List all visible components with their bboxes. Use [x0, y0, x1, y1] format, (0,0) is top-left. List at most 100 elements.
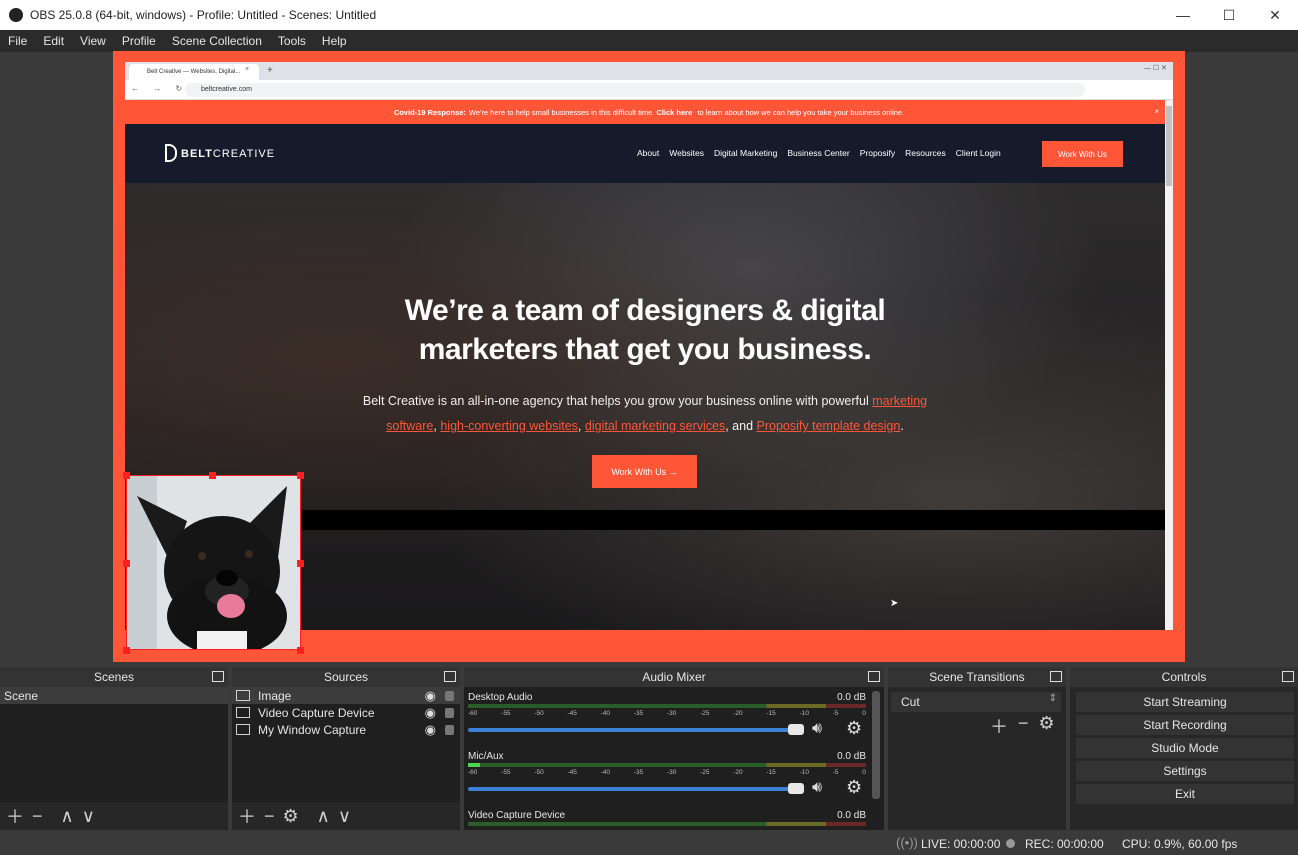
lock-icon[interactable]	[445, 707, 454, 718]
source-item-video-capture[interactable]: Video Capture Device ◉	[232, 704, 460, 721]
controls-dock: Controls Start Streaming Start Recording…	[1070, 667, 1298, 830]
site-nav-cta: Work With Us	[1042, 141, 1123, 167]
scenes-float-icon[interactable]	[212, 671, 224, 682]
volume-slider-knob[interactable]	[788, 783, 804, 794]
close-button[interactable]: ✕	[1252, 0, 1298, 30]
gear-icon[interactable]: ⚙	[846, 777, 862, 798]
hero-link-proposify: Proposify template design	[756, 419, 901, 433]
speaker-icon[interactable]: 🔊︎	[812, 720, 822, 738]
level-meter-fill	[468, 763, 480, 767]
source-properties-gear-icon[interactable]: ⚙	[283, 806, 299, 827]
mixer-scrollbar[interactable]	[872, 691, 880, 799]
select-stepper-icon: ⇕	[1048, 693, 1057, 704]
scale-tick: -25	[700, 710, 710, 717]
covid-banner-link: Click here	[656, 107, 693, 117]
transition-gear-icon[interactable]: ⚙	[1039, 713, 1055, 739]
volume-slider[interactable]	[468, 787, 803, 791]
audio-mixer-body: Desktop Audio 0.0 dB -60 -55 -50 -45 -40 -35-…	[464, 687, 884, 830]
move-up-icon[interactable]: ∧	[317, 806, 330, 827]
dog-image	[127, 476, 300, 649]
menu-scene-collection[interactable]: Scene Collection	[164, 34, 270, 48]
add-scene-icon[interactable]: ＋	[6, 803, 24, 829]
speaker-icon[interactable]: 🔊︎	[812, 779, 822, 797]
scale-tick: -40	[600, 769, 611, 776]
belt-logo-icon	[165, 144, 177, 162]
level-meter	[468, 704, 866, 708]
selected-source-dog-image[interactable]	[126, 475, 301, 650]
menu-view[interactable]: View	[72, 34, 114, 48]
transition-select[interactable]: Cut ⇕	[891, 692, 1061, 712]
hero-subtitle: Belt Creative is an all-in-one agency th…	[345, 389, 945, 439]
scale-tick: -55	[501, 710, 511, 717]
studio-mode-button[interactable]: Studio Mode	[1076, 738, 1294, 758]
meter-scale: -60 -55 -50 -45 -40 -35 -30 -25 -20 -15 -10 -5 0	[468, 769, 866, 777]
scale-tick: -60	[468, 769, 478, 776]
audio-mixer-float-icon[interactable]	[868, 671, 880, 682]
site-nav-digital-marketing: Digital Marketing	[714, 148, 778, 158]
hero-comma-2: ,	[577, 419, 582, 433]
minimize-button[interactable]: —	[1160, 0, 1206, 30]
start-recording-button[interactable]: Start Recording	[1076, 715, 1294, 735]
controls-float-icon[interactable]	[1282, 671, 1294, 682]
volume-slider[interactable]	[468, 728, 803, 732]
settings-button[interactable]: Settings	[1076, 761, 1294, 781]
live-status: LIVE: 00:00:00	[921, 837, 1001, 851]
exit-button[interactable]: Exit	[1076, 784, 1294, 804]
menu-file[interactable]: File	[0, 34, 35, 48]
logo-bold: BELT	[181, 148, 213, 160]
sources-float-icon[interactable]	[444, 671, 456, 682]
scale-tick: -20	[733, 710, 743, 717]
meter-scale: -60 -55 -50 -45 -40 -35 -30 -25 -20 -15 -10 -5 0	[468, 710, 866, 718]
lock-icon[interactable]	[445, 724, 454, 735]
visibility-eye-icon[interactable]: ◉	[425, 705, 436, 721]
hero-title-line-1: We’re a team of designers & digital	[404, 294, 886, 327]
scenes-dock: Scenes Scene ＋ − ∧ ∨	[0, 667, 228, 830]
hero-period: .	[900, 419, 904, 433]
remove-scene-icon[interactable]: −	[32, 806, 43, 827]
scale-tick: -35	[633, 769, 644, 776]
resize-handle-l[interactable]	[123, 560, 130, 567]
remove-source-icon[interactable]: −	[264, 806, 275, 827]
source-item-image[interactable]: Image ◉	[232, 687, 460, 704]
move-down-icon[interactable]: ∨	[82, 806, 95, 827]
volume-slider-knob[interactable]	[788, 724, 804, 735]
maximize-button[interactable]: ☐	[1206, 0, 1252, 30]
source-item-window-capture[interactable]: My Window Capture ◉	[232, 721, 460, 738]
resize-handle-bl[interactable]	[123, 647, 130, 654]
scene-transitions-dock: Scene Transitions Cut ⇕ ＋ − ⚙	[888, 667, 1066, 830]
gear-icon[interactable]: ⚙	[846, 718, 862, 739]
resize-handle-tl[interactable]	[123, 472, 130, 479]
hero-comma-1: ,	[433, 419, 437, 433]
menu-profile[interactable]: Profile	[114, 34, 164, 48]
channel-mic-aux: Mic/Aux 0.0 dB -60 -55 -50 -45 -40 -35 -30 -25-…	[468, 751, 866, 809]
tab-close-icon: ×	[245, 66, 250, 73]
audio-mixer-title: Audio Mixer	[464, 667, 884, 687]
resize-handle-t[interactable]	[209, 472, 216, 479]
browser-tab: Belt Creative — Websites, Digital...	[129, 64, 259, 80]
resize-handle-br[interactable]	[297, 647, 304, 654]
scene-item[interactable]: Scene	[0, 687, 228, 704]
move-up-icon[interactable]: ∧	[61, 806, 74, 827]
hero-sub-text: Belt Creative is an all-in-one agency th…	[362, 394, 869, 408]
remove-transition-icon[interactable]: −	[1018, 713, 1029, 739]
site-logo: BELTCREATIVE	[165, 144, 275, 162]
scale-tick: -55	[501, 769, 511, 776]
site-nav-client-login: Client Login	[955, 148, 1001, 158]
transitions-float-icon[interactable]	[1050, 671, 1062, 682]
menu-tools[interactable]: Tools	[270, 34, 314, 48]
menu-help[interactable]: Help	[314, 34, 355, 48]
image-source-icon	[236, 690, 250, 701]
move-down-icon[interactable]: ∨	[338, 806, 351, 827]
add-transition-icon[interactable]: ＋	[990, 713, 1008, 739]
menu-edit[interactable]: Edit	[35, 34, 72, 48]
visibility-eye-icon[interactable]: ◉	[425, 688, 436, 704]
source-label: My Window Capture	[258, 722, 367, 737]
lock-icon[interactable]	[445, 690, 454, 701]
title-bar: OBS 25.0.8 (64-bit, windows) - Profile: …	[0, 0, 1298, 30]
scale-tick: -40	[600, 710, 611, 717]
start-streaming-button[interactable]: Start Streaming	[1076, 692, 1294, 712]
add-source-icon[interactable]: ＋	[238, 803, 256, 829]
resize-handle-tr[interactable]	[297, 472, 304, 479]
resize-handle-r[interactable]	[297, 560, 304, 567]
visibility-eye-icon[interactable]: ◉	[425, 722, 436, 738]
